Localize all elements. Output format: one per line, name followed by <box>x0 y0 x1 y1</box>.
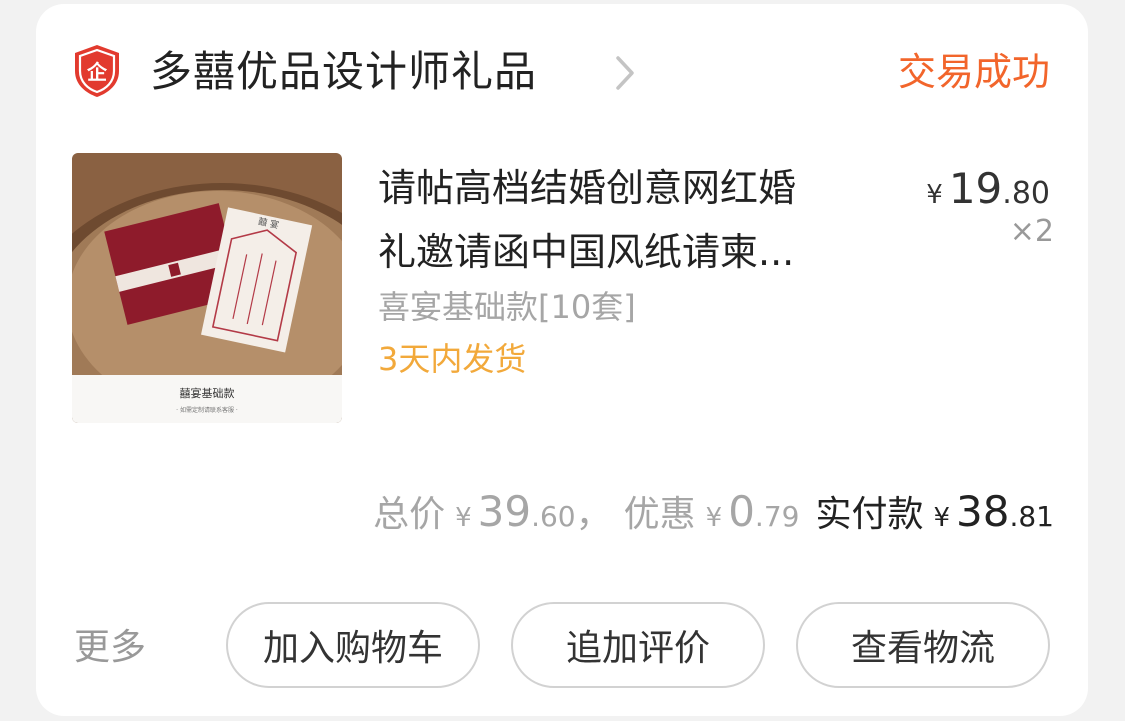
order-status: 交易成功 <box>897 50 1050 94</box>
paid-amount: 实付款 ¥38.81 <box>799 487 1054 536</box>
paid-decimal: .81 <box>1009 500 1054 533</box>
shield-icon: 企 <box>75 45 119 97</box>
product-image[interactable]: 囍 宴 囍宴基础款 · 如需定制请联系客服 · <box>72 153 342 423</box>
total-currency: ¥ <box>455 503 472 533</box>
quantity: ×2 <box>1009 214 1054 249</box>
view-logistics-button[interactable]: 查看物流 <box>796 602 1050 688</box>
image-caption: 囍宴基础款 <box>180 386 235 400</box>
more-button[interactable]: 更多 <box>74 618 146 678</box>
store-badge-text: 企 <box>86 60 108 84</box>
chevron-right-icon[interactable] <box>614 54 636 92</box>
discount-decimal: .79 <box>754 500 800 533</box>
product-photo: 囍 宴 囍宴基础款 · 如需定制请联系客服 · <box>72 153 342 423</box>
order-card: 企 多囍优品设计师礼品 交易成功 囍 宴 囍宴基础款 · 如需定制请联系客服 ·… <box>36 4 1088 716</box>
summary-separator: ， <box>575 494 612 535</box>
total-integer: 39 <box>477 487 532 536</box>
discount-currency: ¥ <box>705 503 723 533</box>
discount-label: 优惠 <box>623 494 696 535</box>
paid-label: 实付款 <box>815 494 924 535</box>
price-integer: 19 <box>948 164 1003 213</box>
add-review-button[interactable]: 追加评价 <box>511 602 765 688</box>
total-label: 总价 <box>373 494 446 535</box>
unit-price: ¥19.80 <box>926 164 1050 213</box>
product-title-line-2: 礼邀请函中国风纸请柬... <box>378 230 795 274</box>
paid-integer: 38 <box>956 487 1010 536</box>
product-title[interactable]: 请帖高档结婚创意网红婚 礼邀请函中国风纸请柬... <box>378 156 868 284</box>
add-to-cart-button[interactable]: 加入购物车 <box>226 602 480 688</box>
store-name[interactable]: 多囍优品设计师礼品 <box>150 42 537 102</box>
image-subcaption: · 如需定制请联系客服 · <box>176 406 238 414</box>
price-summary: 总价 ¥39.60， 优惠 ¥0.79 实付款 ¥38.81 <box>373 482 1054 551</box>
total-decimal: .60 <box>531 500 576 533</box>
product-title-line-1: 请帖高档结婚创意网红婚 <box>378 166 797 210</box>
currency-symbol: ¥ <box>926 180 943 210</box>
price-decimal: .80 <box>1002 176 1050 211</box>
paid-currency: ¥ <box>933 503 951 533</box>
discount-integer: 0 <box>728 487 755 536</box>
shipping-tag: 3天内发货 <box>378 340 527 378</box>
product-spec: 喜宴基础款[10套] <box>378 288 636 326</box>
